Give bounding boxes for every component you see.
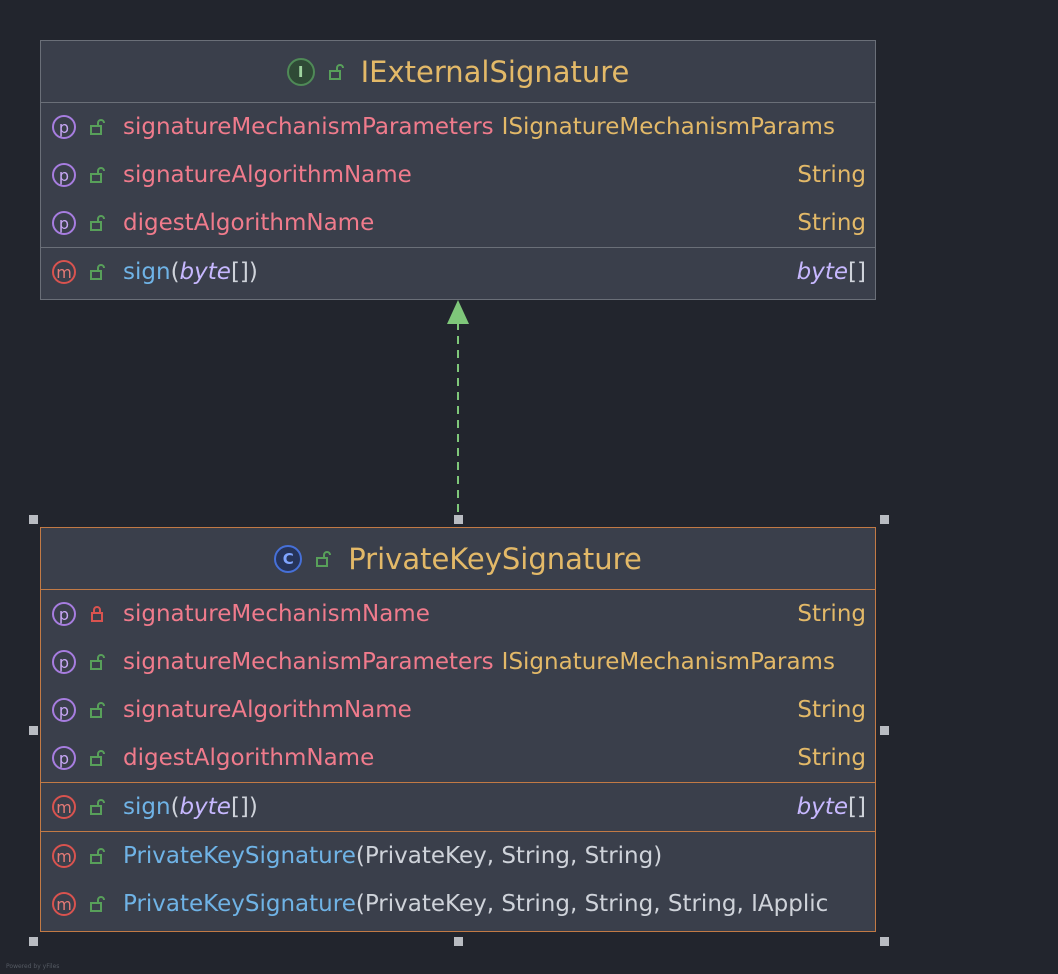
interface-fields-section: p signatureMechanismParameters ISignatur… <box>41 103 875 248</box>
field-type: String <box>797 601 866 627</box>
selection-handle[interactable] <box>454 515 463 524</box>
field-name: signatureAlgorithmName <box>123 697 412 723</box>
method-icon: m <box>52 844 76 868</box>
selection-handle[interactable] <box>880 937 889 946</box>
method-row[interactable]: m sign (byte[]) byte[] <box>41 783 875 831</box>
public-lock-icon <box>314 549 334 569</box>
selection-handle[interactable] <box>29 937 38 946</box>
public-lock-icon <box>88 797 108 817</box>
public-lock-icon <box>88 846 108 866</box>
class-methods-section: m sign (byte[]) byte[] <box>41 783 875 832</box>
public-lock-icon <box>88 748 108 768</box>
constructor-name: PrivateKeySignature <box>123 891 356 917</box>
method-name: sign <box>123 259 171 285</box>
field-name: signatureMechanismParameters <box>123 649 494 675</box>
field-type: String <box>797 697 866 723</box>
method-icon: m <box>52 892 76 916</box>
method-icon: m <box>52 260 76 284</box>
field-type: ISignatureMechanismParams <box>501 114 835 140</box>
constructor-name: PrivateKeySignature <box>123 843 356 869</box>
watermark: Powered by yFiles <box>6 963 60 970</box>
selection-handle[interactable] <box>880 515 889 524</box>
class-title: PrivateKeySignature <box>348 541 642 576</box>
field-name: signatureMechanismName <box>123 601 430 627</box>
public-lock-icon <box>88 213 108 233</box>
interface-header: I IExternalSignature <box>41 41 875 103</box>
method-name: sign <box>123 794 171 820</box>
class-box-privatekeysignature[interactable]: C PrivateKeySignature p signatureMechani… <box>40 527 876 932</box>
field-type: String <box>797 162 866 188</box>
field-name: digestAlgorithmName <box>123 210 375 236</box>
method-return-type: byte[] <box>796 794 866 820</box>
public-lock-icon <box>327 62 347 82</box>
class-icon: C <box>274 544 303 573</box>
constructor-params: (PrivateKey, String, String) <box>355 843 663 869</box>
class-header: C PrivateKeySignature <box>41 528 875 590</box>
field-row[interactable]: p digestAlgorithmName String <box>41 734 875 782</box>
public-lock-icon <box>88 700 108 720</box>
selection-handle[interactable] <box>29 726 38 735</box>
public-lock-icon <box>88 262 108 282</box>
public-lock-icon <box>88 117 108 137</box>
property-icon: p <box>52 746 76 770</box>
method-params: (byte[]) <box>170 794 258 820</box>
interface-methods-section: m sign (byte[]) byte[] <box>41 248 875 296</box>
arrow-head <box>447 300 469 324</box>
field-row[interactable]: p signatureMechanismParameters ISignatur… <box>41 638 875 686</box>
field-type: String <box>797 210 866 236</box>
method-return-type: byte[] <box>796 259 866 285</box>
constructor-row[interactable]: m PrivateKeySignature (PrivateKey, Strin… <box>41 832 875 880</box>
interface-box-iexternalsignature[interactable]: I IExternalSignature p signatureMechanis… <box>40 40 876 300</box>
constructor-params: (PrivateKey, String, String, String, IAp… <box>355 891 829 917</box>
field-name: digestAlgorithmName <box>123 745 375 771</box>
public-lock-icon <box>88 894 108 914</box>
property-icon: p <box>52 650 76 674</box>
public-lock-icon <box>88 652 108 672</box>
interface-icon: I <box>286 57 315 86</box>
field-row[interactable]: p signatureAlgorithmName String <box>41 151 875 199</box>
field-row[interactable]: p signatureMechanismParameters ISignatur… <box>41 103 875 151</box>
field-row[interactable]: p signatureAlgorithmName String <box>41 686 875 734</box>
property-icon: p <box>52 602 76 626</box>
class-fields-section: p signatureMechanismName String p signat… <box>41 590 875 783</box>
property-icon: p <box>52 211 76 235</box>
selection-handle[interactable] <box>454 937 463 946</box>
constructor-row[interactable]: m PrivateKeySignature (PrivateKey, Strin… <box>41 880 875 928</box>
field-row[interactable]: p digestAlgorithmName String <box>41 199 875 247</box>
class-constructors-section: m PrivateKeySignature (PrivateKey, Strin… <box>41 832 875 928</box>
selection-handle[interactable] <box>29 515 38 524</box>
method-icon: m <box>52 795 76 819</box>
interface-title: IExternalSignature <box>360 54 630 89</box>
field-type: String <box>797 745 866 771</box>
implements-arrow[interactable] <box>438 298 478 523</box>
method-row[interactable]: m sign (byte[]) byte[] <box>41 248 875 296</box>
field-name: signatureAlgorithmName <box>123 162 412 188</box>
private-lock-icon <box>88 604 108 624</box>
field-row[interactable]: p signatureMechanismName String <box>41 590 875 638</box>
property-icon: p <box>52 115 76 139</box>
field-type: ISignatureMechanismParams <box>501 649 835 675</box>
method-params: (byte[]) <box>170 259 258 285</box>
property-icon: p <box>52 698 76 722</box>
property-icon: p <box>52 163 76 187</box>
public-lock-icon <box>88 165 108 185</box>
selection-handle[interactable] <box>880 726 889 735</box>
field-name: signatureMechanismParameters <box>123 114 494 140</box>
